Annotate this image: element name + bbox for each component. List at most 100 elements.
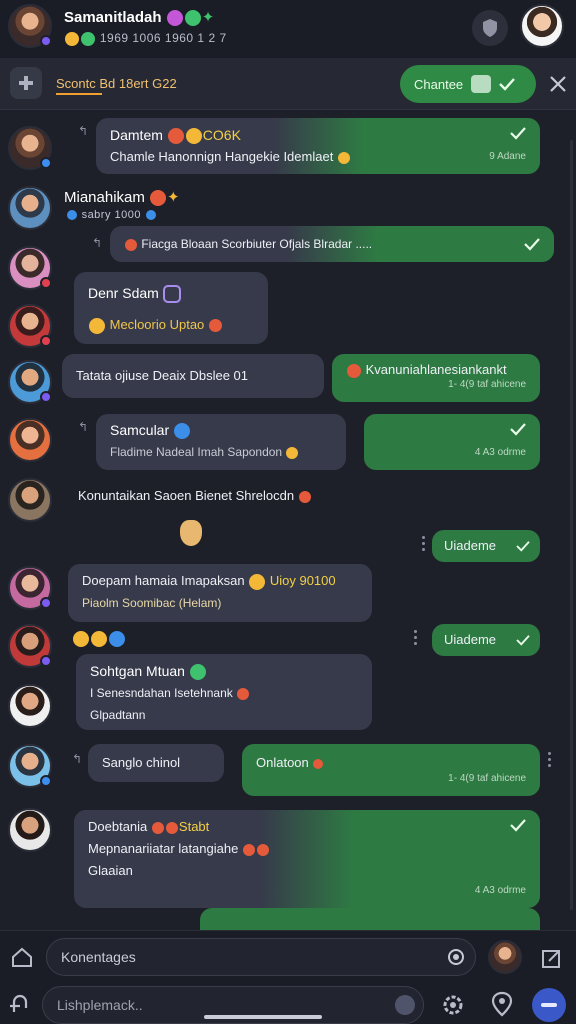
fire-emoji-icon <box>167 128 184 145</box>
message-title: Samcular <box>110 419 332 441</box>
reply-icon[interactable]: ↰ <box>72 752 82 766</box>
message-bubble[interactable]: Tatata ojiuse Deaix Dbslee 01 <box>62 354 324 398</box>
status-pill[interactable]: Uiademe <box>432 530 540 562</box>
message-title: Doepam hamaia Imapaksan Uioy 90100 <box>82 573 336 590</box>
sender-avatar[interactable] <box>8 478 52 522</box>
waving-hand-icon <box>180 520 202 546</box>
message-bubble-outgoing[interactable]: 4 A3 odrme <box>364 414 540 470</box>
check-icon <box>516 635 530 646</box>
search-underline <box>56 93 102 95</box>
message-bubble[interactable]: Doepam hamaia Imapaksan Uioy 90100 Piaol… <box>68 564 372 622</box>
sender-avatar[interactable] <box>8 744 52 788</box>
reply-icon[interactable]: ↰ <box>78 420 88 434</box>
message-input-top[interactable]: Konentages <box>46 938 476 976</box>
check-icon <box>516 541 530 552</box>
clover-icon: ✦ <box>201 9 215 26</box>
emoji-icon <box>151 821 164 834</box>
reaction-row[interactable] <box>72 630 126 648</box>
message-bubble[interactable]: Sanglo chinol <box>88 744 224 782</box>
status-badge-icon <box>40 277 52 289</box>
reply-icon[interactable]: ↰ <box>92 236 102 250</box>
emoji-icon <box>237 687 250 700</box>
emoji-icon <box>208 319 222 333</box>
sender-avatar[interactable] <box>8 684 52 728</box>
close-icon[interactable] <box>548 74 568 94</box>
sender-avatar[interactable] <box>8 360 52 404</box>
message-bubble[interactable]: Sohtgan Mtuan I Senesndahan Isetehnank G… <box>76 654 372 730</box>
status-pill[interactable]: Uiademe <box>432 624 540 656</box>
inline-message: Konuntaikan Saoen Bienet Shrelocdn <box>78 488 312 503</box>
send-button[interactable] <box>532 988 566 1022</box>
check-icon <box>510 819 526 832</box>
add-button[interactable] <box>10 67 42 99</box>
emoji-icon <box>286 446 299 459</box>
composer-avatar[interactable] <box>488 940 522 974</box>
emoji-icon <box>189 664 206 681</box>
message-bubble-outgoing[interactable] <box>200 908 540 932</box>
message-text: Fladime Nadeal Imah Sapondon <box>110 441 332 463</box>
sender-avatar[interactable] <box>8 246 52 290</box>
message-text: Mecloorio Uptao <box>88 314 254 336</box>
verified-badge-icon <box>40 655 52 667</box>
settings-icon[interactable] <box>440 992 466 1018</box>
verified-badge-icon <box>40 157 52 169</box>
sender-avatar[interactable] <box>8 566 52 610</box>
search-input[interactable]: Scontc Bd 18ert G22 <box>56 76 177 91</box>
message-bubble[interactable]: Fiacga Bloaan Scorbiuter Ofjals Blradar … <box>110 226 554 262</box>
attach-icon[interactable] <box>8 992 34 1018</box>
check-icon <box>524 238 540 251</box>
message-title: Sohtgan Mtuan <box>90 660 358 682</box>
reply-icon[interactable]: ↰ <box>78 124 88 138</box>
emoji-icon <box>150 190 167 207</box>
profile-avatar[interactable] <box>520 4 564 48</box>
emoji-icon <box>249 573 266 590</box>
home-icon[interactable] <box>10 946 34 968</box>
message-bubble-outgoing[interactable]: Onlatoon 1- 4(9 taf ahicene <box>242 744 540 796</box>
edit-icon[interactable] <box>540 946 564 970</box>
emoji-icon <box>174 423 191 440</box>
status-badge-icon <box>40 335 52 347</box>
message-bubble[interactable]: Samcular Fladime Nadeal Imah Sapondon <box>96 414 346 470</box>
emoji-icon <box>298 490 311 503</box>
sender-avatar[interactable] <box>8 624 52 668</box>
message-bubble[interactable]: Doebtania Stabt Mepnanariiatar latangiah… <box>74 810 540 908</box>
message-text: Piaolm Soomibac (Helam) <box>82 596 222 610</box>
shield-button[interactable] <box>472 10 508 46</box>
message-bubble[interactable]: Damtem CO6K Chamle Hanonnign Hangekie Id… <box>96 118 540 174</box>
message-text: Chamle Hanonnign Hangekie Idemlaet <box>110 146 526 168</box>
contact-sub: sabry 1000 <box>66 209 157 221</box>
check-icon <box>510 127 526 140</box>
sticker-icon <box>471 75 492 93</box>
sender-avatar[interactable] <box>8 304 52 348</box>
sender-avatar[interactable] <box>8 186 52 230</box>
message-text: Glpadtann <box>90 708 146 722</box>
plus-icon <box>19 76 33 90</box>
record-icon[interactable] <box>447 948 465 966</box>
purple-emoji-icon <box>166 10 183 27</box>
shield-icon <box>483 19 497 37</box>
message-bubble[interactable]: Denr Sdam Mecloorio Uptao <box>74 272 268 344</box>
sender-avatar[interactable] <box>8 126 52 170</box>
sender-avatar[interactable] <box>8 808 52 852</box>
header-avatar[interactable] <box>8 4 52 48</box>
message-title: Denr Sdam <box>88 282 254 304</box>
sender-avatar[interactable] <box>8 418 52 462</box>
more-options-icon[interactable] <box>422 536 426 554</box>
chat-title: Samanitladah ✦ <box>64 9 215 27</box>
dot-icon <box>145 210 156 221</box>
message-bubble-outgoing[interactable]: Kvanuniahlanesiankankt 1- 4(9 taf ahicen… <box>332 354 540 402</box>
emoji-icon <box>337 151 350 164</box>
emoji-picker-icon[interactable] <box>395 995 415 1015</box>
emoji-icon <box>347 363 361 378</box>
scrollbar[interactable] <box>570 140 573 910</box>
dot-icon <box>67 210 77 221</box>
location-icon[interactable] <box>488 990 516 1018</box>
verified-badge-icon <box>40 35 52 47</box>
chantee-button[interactable]: Chantee <box>400 65 536 103</box>
smile-emoji-icon <box>185 128 202 145</box>
star-icon: ✦ <box>167 189 180 206</box>
more-options-icon[interactable] <box>548 752 552 770</box>
emoji-icon <box>313 758 324 769</box>
emoji-icon <box>165 821 178 834</box>
more-options-icon[interactable] <box>414 630 418 648</box>
